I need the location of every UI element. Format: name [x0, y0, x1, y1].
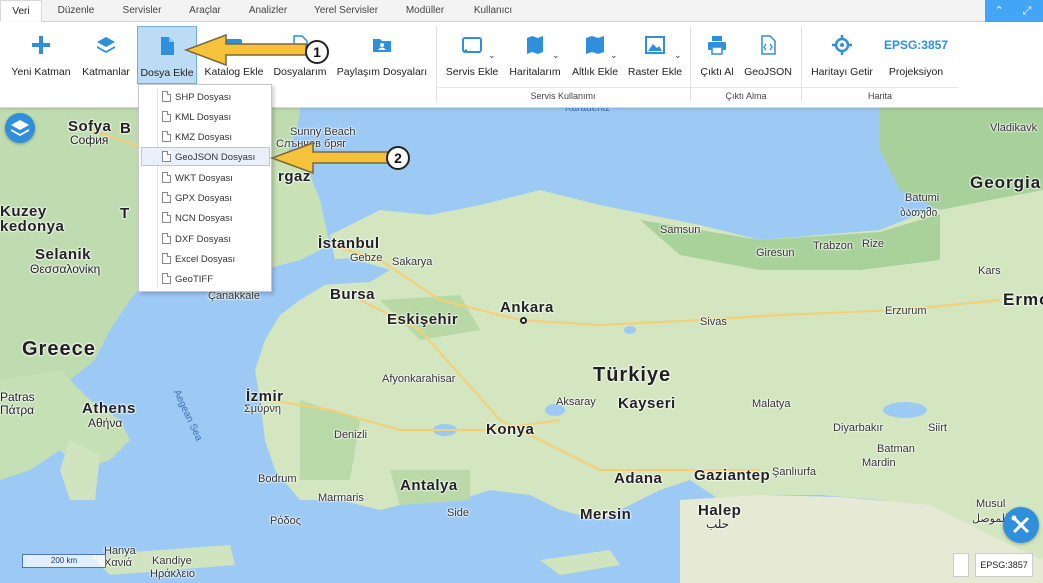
scale-bar: 200 km [22, 554, 106, 568]
annotation-arrow-1 [183, 33, 307, 67]
callout-2: 2 [386, 146, 410, 170]
annotation-arrow-2 [269, 141, 389, 175]
annotation-overlay [183, 33, 389, 175]
map-info-box [953, 553, 969, 577]
epsg-badge[interactable]: EPSG:3857 [975, 553, 1033, 577]
tools-button[interactable] [1003, 507, 1039, 543]
callout-1: 1 [305, 40, 329, 64]
layer-switcher-button[interactable] [5, 113, 35, 143]
layers-icon [11, 120, 29, 136]
tools-icon [1011, 515, 1030, 534]
